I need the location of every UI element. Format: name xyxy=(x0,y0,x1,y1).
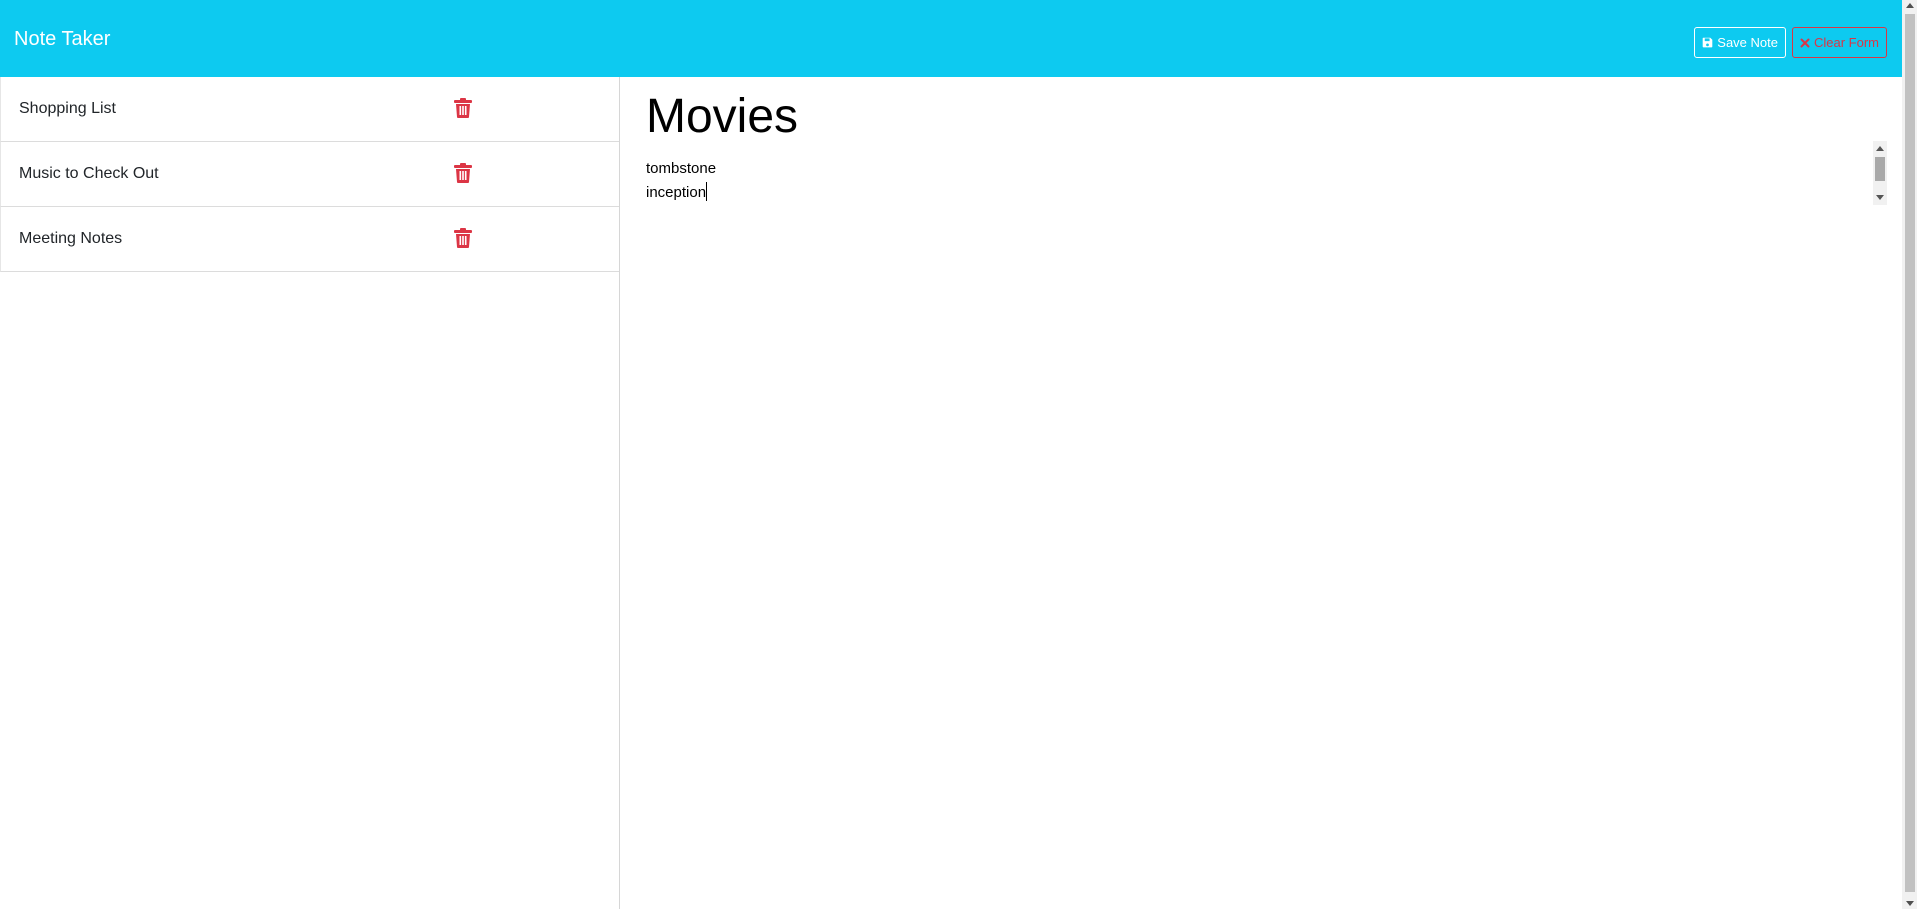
navbar: Note Taker Save Note Clear Form xyxy=(0,0,1917,77)
x-icon xyxy=(1800,38,1810,48)
note-text-line: tombstone xyxy=(646,160,717,177)
note-title[interactable]: Meeting Notes xyxy=(19,229,122,249)
note-editor: Movies tombstone inception xyxy=(621,77,1901,909)
app-title[interactable]: Note Taker xyxy=(14,26,110,52)
note-list-item[interactable]: Meeting Notes xyxy=(0,207,619,272)
clear-form-button[interactable]: Clear Form xyxy=(1791,27,1887,58)
note-text-line: inception xyxy=(646,181,1891,205)
note-sidebar: Shopping List Music to Check Out Meeting… xyxy=(0,77,620,909)
text-cursor xyxy=(706,182,708,201)
save-note-button[interactable]: Save Note xyxy=(1694,27,1786,58)
note-text-line-content: inception xyxy=(646,184,707,201)
trash-icon[interactable] xyxy=(454,98,472,118)
scrollbar-thumb[interactable] xyxy=(1905,14,1915,892)
scroll-down-arrow-icon[interactable] xyxy=(1906,901,1914,906)
floppy-disk-icon xyxy=(1702,37,1713,48)
note-title-input[interactable]: Movies xyxy=(646,87,1846,147)
clear-form-label: Clear Form xyxy=(1813,35,1879,50)
page-scrollbar[interactable] xyxy=(1902,0,1917,909)
save-note-label: Save Note xyxy=(1717,35,1778,50)
scrollbar-thumb[interactable] xyxy=(1875,157,1885,181)
note-list-item[interactable]: Shopping List xyxy=(0,77,619,142)
toolbar: Save Note Clear Form xyxy=(1694,27,1887,58)
scroll-up-arrow-icon[interactable] xyxy=(1876,146,1884,151)
scroll-up-arrow-icon[interactable] xyxy=(1906,3,1914,8)
note-list-item[interactable]: Music to Check Out xyxy=(0,142,619,207)
note-list: Shopping List Music to Check Out Meeting… xyxy=(0,77,619,272)
note-text-area[interactable]: tombstone inception xyxy=(646,157,1891,283)
note-title[interactable]: Shopping List xyxy=(19,99,116,119)
trash-icon[interactable] xyxy=(454,163,472,183)
textarea-scrollbar[interactable] xyxy=(1873,141,1887,205)
note-title[interactable]: Music to Check Out xyxy=(19,164,159,184)
trash-icon[interactable] xyxy=(454,228,472,248)
scroll-down-arrow-icon[interactable] xyxy=(1876,195,1884,200)
